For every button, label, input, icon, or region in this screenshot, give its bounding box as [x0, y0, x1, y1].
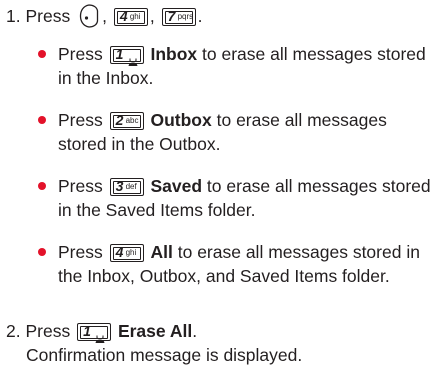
key-letters: ghi	[129, 12, 141, 21]
key-digit: 7	[167, 8, 176, 24]
press-text: Press	[58, 242, 103, 262]
option-description: to erase all messages stored	[202, 44, 426, 64]
option-list: Press 1 Inbox to erase all messages stor…	[36, 42, 440, 306]
bullet-dot	[38, 116, 46, 124]
step-1-text: 1. Press	[6, 6, 71, 26]
list-item-outbox: Press 2 abc Outbox to erase all messages…	[36, 108, 440, 156]
step-2-text: 2. Press	[6, 321, 71, 341]
list-item-line: stored in the Outbox.	[58, 134, 221, 154]
left-soft-key-icon	[79, 4, 99, 34]
list-item-line: the Inbox, Outbox, and Saved Items folde…	[58, 266, 390, 286]
key-1: 1	[77, 323, 112, 343]
key-1: 1	[109, 46, 144, 66]
list-item-line: Press 3 def Saved to erase all messages …	[58, 174, 440, 198]
key-digit: 3	[115, 178, 124, 194]
key-digit: 4	[119, 8, 128, 24]
list-item-all: Press 4 ghi All to erase all messages st…	[36, 240, 440, 288]
list-item-line: Press 2 abc Outbox to erase all messages	[58, 108, 440, 132]
option-label: Saved	[150, 176, 203, 196]
list-item-line: Press 4 ghi All to erase all messages st…	[58, 240, 440, 264]
key-letters: abc	[125, 116, 139, 125]
bullet-dot	[38, 182, 46, 190]
separator: ,	[149, 6, 155, 26]
press-text: Press	[58, 110, 103, 130]
list-item-inbox: Press 1 Inbox to erase all messages stor…	[36, 42, 440, 90]
option-label: All	[150, 242, 173, 262]
key-digit: 1	[83, 323, 91, 339]
key-digit: 1	[115, 46, 124, 62]
option-label: Erase All	[117, 321, 193, 341]
key-7-pqrs: 7 pqrs	[161, 8, 196, 26]
option-label: Outbox	[150, 110, 212, 130]
confirmation-note: Confirmation message is displayed.	[26, 345, 303, 365]
step-1: 1. Press , 4 ghi , 7 pqrs .	[6, 4, 202, 34]
key-letters: ghi	[125, 248, 137, 257]
list-item-saved: Press 3 def Saved to erase all messages …	[36, 174, 440, 222]
voicemail-icon	[127, 49, 139, 73]
key-digit: 2	[115, 112, 124, 128]
key-2-abc: 2 abc	[109, 112, 144, 130]
period: .	[197, 6, 203, 26]
key-4-ghi: 4 ghi	[109, 244, 144, 262]
voicemail-icon	[94, 326, 106, 350]
option-description: to erase all messages	[216, 110, 387, 130]
key-3-def: 3 def	[109, 178, 144, 196]
press-text: Press	[58, 44, 103, 64]
bullet-dot	[38, 50, 46, 58]
period: .	[192, 321, 198, 341]
list-item-line: in the Saved Items folder.	[58, 200, 256, 220]
option-description: to erase all messages stored in	[177, 242, 420, 262]
list-item-line: in the Inbox.	[58, 68, 154, 88]
key-letters: def	[125, 182, 137, 191]
option-label: Inbox	[150, 44, 198, 64]
step-2-line: 2. Press 1 Erase All.	[6, 319, 302, 343]
step-2: 2. Press 1 Erase All. Confirmation messa…	[6, 319, 302, 367]
bullet-dot	[38, 248, 46, 256]
separator: ,	[102, 6, 107, 26]
key-letters: pqrs	[177, 12, 194, 21]
option-description: to erase all messages stored	[206, 176, 431, 196]
key-digit: 4	[115, 244, 124, 260]
list-item-line: Press 1 Inbox to erase all messages stor…	[58, 42, 440, 66]
key-4-ghi: 4 ghi	[113, 8, 148, 26]
press-text: Press	[58, 176, 103, 196]
